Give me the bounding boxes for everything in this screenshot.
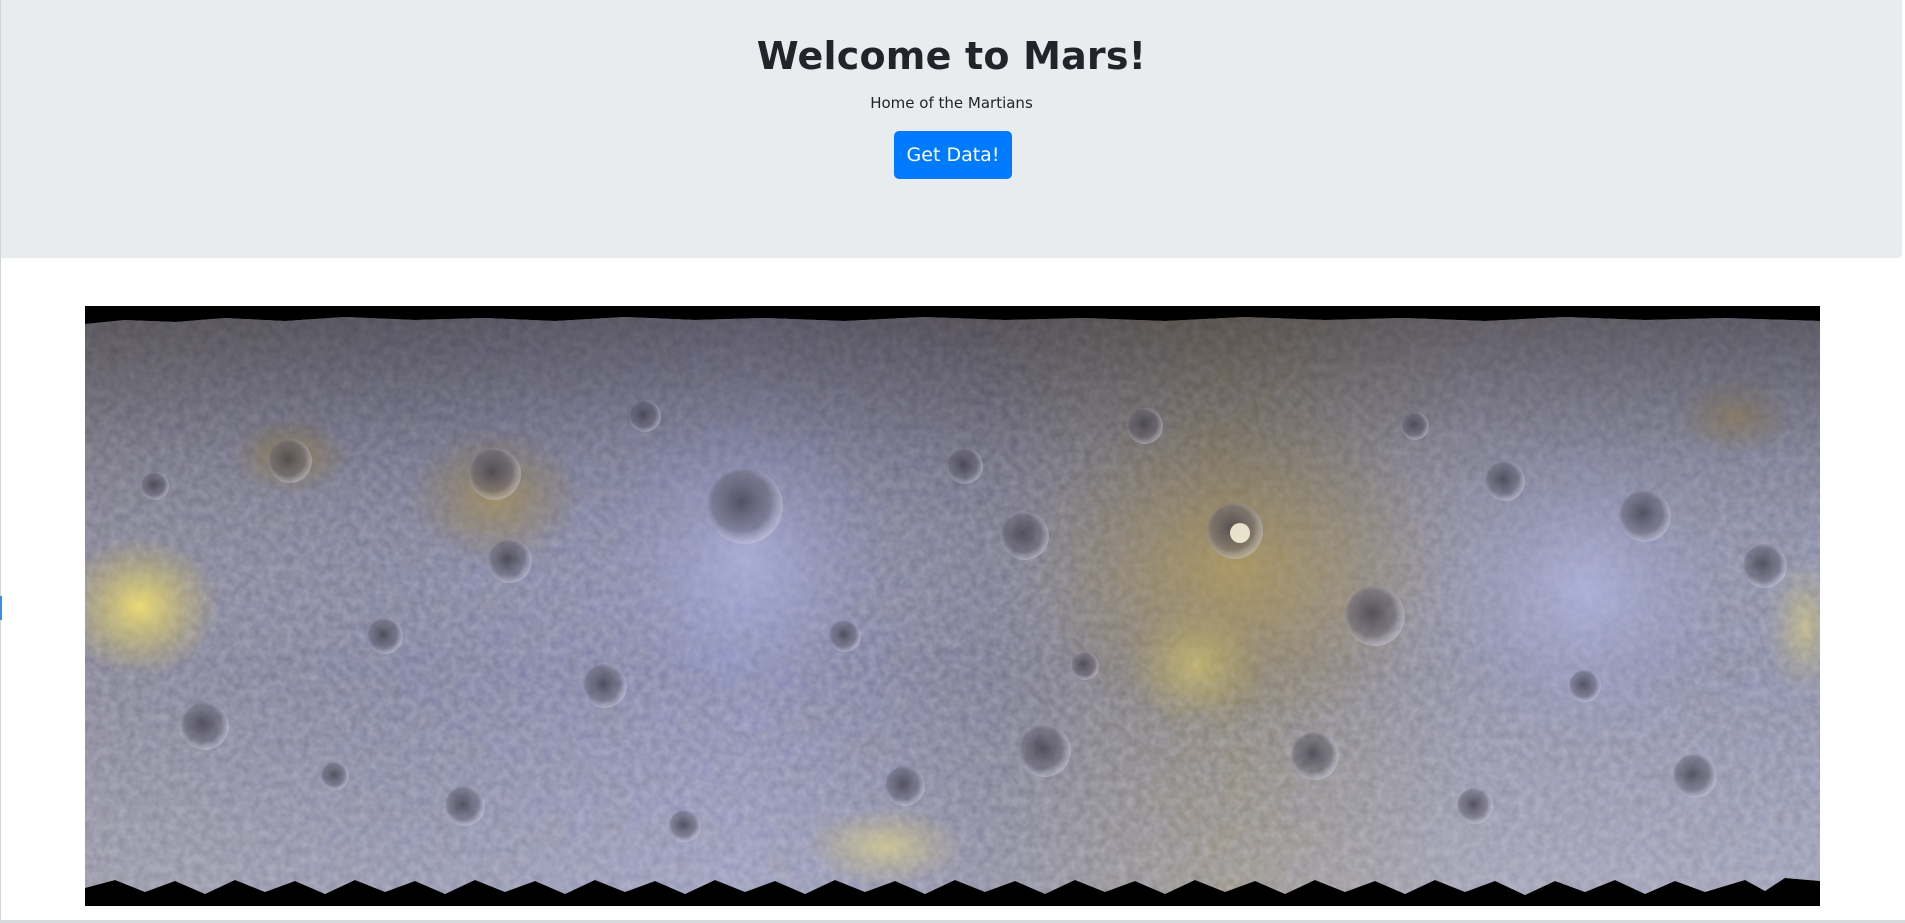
jumbotron-header: Welcome to Mars! Home of the Martians Ge… [1,0,1902,258]
get-data-button[interactable]: Get Data! [894,131,1012,179]
page-subtitle: Home of the Martians [870,94,1033,112]
window-edge-mark [0,596,2,620]
surface-map-graphic [85,306,1820,906]
page-title: Welcome to Mars! [756,34,1147,78]
page: Welcome to Mars! Home of the Martians Ge… [0,0,1905,923]
surface-map-image [85,306,1820,906]
